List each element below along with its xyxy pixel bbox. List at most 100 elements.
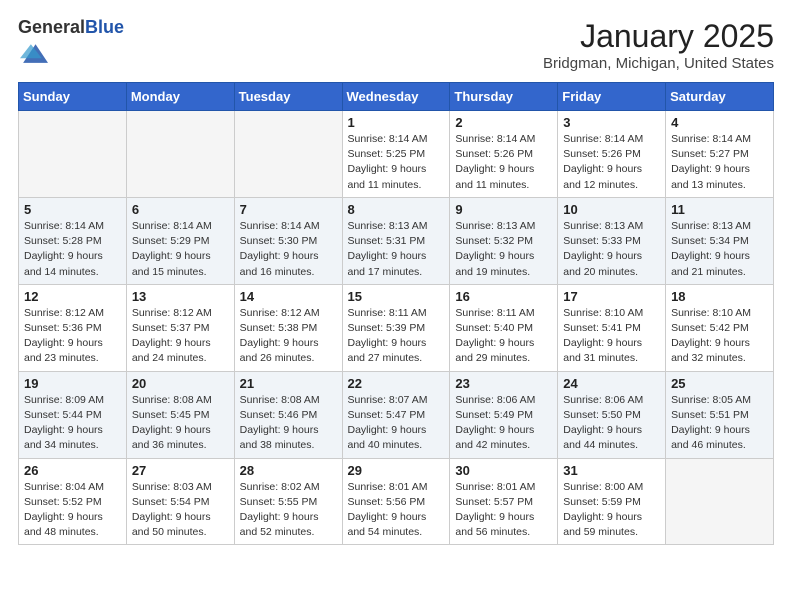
table-row: 1 Sunrise: 8:14 AMSunset: 5:25 PMDaylight… [342,111,450,198]
table-row: 16 Sunrise: 8:11 AMSunset: 5:40 PMDayligh… [450,284,558,371]
table-row: 23 Sunrise: 8:06 AMSunset: 5:49 PMDayligh… [450,371,558,458]
day-number: 3 [563,115,660,130]
day-info: Sunrise: 8:12 AMSunset: 5:37 PMDaylight:… [132,306,229,367]
day-info: Sunrise: 8:06 AMSunset: 5:50 PMDaylight:… [563,393,660,454]
col-saturday: Saturday [666,83,774,111]
day-number: 20 [132,376,229,391]
day-number: 7 [240,202,337,217]
day-info: Sunrise: 8:09 AMSunset: 5:44 PMDaylight:… [24,393,121,454]
table-row [666,458,774,545]
day-number: 29 [348,463,445,478]
day-number: 31 [563,463,660,478]
table-row [126,111,234,198]
day-info: Sunrise: 8:01 AMSunset: 5:57 PMDaylight:… [455,480,552,541]
logo-blue: Blue [85,17,124,37]
day-info: Sunrise: 8:01 AMSunset: 5:56 PMDaylight:… [348,480,445,541]
calendar-week-row: 12Sunrise: 8:12 AMSunset: 5:36 PMDayligh… [19,284,774,371]
day-number: 4 [671,115,768,130]
table-row: 18Sunrise: 8:10 AMSunset: 5:42 PMDayligh… [666,284,774,371]
day-info: Sunrise: 8:14 AMSunset: 5:26 PMDaylight:… [563,132,660,193]
table-row: 26 Sunrise: 8:04 AMSunset: 5:52 PMDayligh… [19,458,127,545]
day-number: 18 [671,289,768,304]
day-info: Sunrise: 8:13 AMSunset: 5:34 PMDaylight:… [671,219,768,280]
table-row: 27Sunrise: 8:03 AMSunset: 5:54 PMDayligh… [126,458,234,545]
day-info: Sunrise: 8:12 AMSunset: 5:38 PMDaylight:… [240,306,337,367]
day-number: 1 [348,115,445,130]
day-number: 13 [132,289,229,304]
table-row: 3 Sunrise: 8:14 AMSunset: 5:26 PMDaylight… [558,111,666,198]
table-row: 4Sunrise: 8:14 AMSunset: 5:27 PMDaylight… [666,111,774,198]
table-row: 17 Sunrise: 8:10 AMSunset: 5:41 PMDayligh… [558,284,666,371]
table-row: 11 Sunrise: 8:13 AMSunset: 5:34 PMDayligh… [666,197,774,284]
day-number: 25 [671,376,768,391]
day-info: Sunrise: 8:03 AMSunset: 5:54 PMDaylight:… [132,480,229,541]
table-row: 31 Sunrise: 8:00 AMSunset: 5:59 PMDayligh… [558,458,666,545]
table-row: 20 Sunrise: 8:08 AMSunset: 5:45 PMDayligh… [126,371,234,458]
day-info: Sunrise: 8:14 AMSunset: 5:29 PMDaylight:… [132,219,229,280]
day-number: 28 [240,463,337,478]
logo-text: GeneralBlue [18,18,124,38]
day-info: Sunrise: 8:14 AMSunset: 5:28 PMDaylight:… [24,219,121,280]
calendar-table: Sunday Monday Tuesday Wednesday Thursday… [18,82,774,545]
day-number: 30 [455,463,552,478]
day-info: Sunrise: 8:11 AMSunset: 5:40 PMDaylight:… [455,306,552,367]
day-number: 6 [132,202,229,217]
table-row: 24 Sunrise: 8:06 AMSunset: 5:50 PMDayligh… [558,371,666,458]
day-number: 12 [24,289,121,304]
col-sunday: Sunday [19,83,127,111]
logo-icon [20,38,48,66]
day-info: Sunrise: 8:14 AMSunset: 5:30 PMDaylight:… [240,219,337,280]
day-info: Sunrise: 8:13 AMSunset: 5:31 PMDaylight:… [348,219,445,280]
calendar-subtitle: Bridgman, Michigan, United States [543,55,774,72]
day-number: 2 [455,115,552,130]
day-number: 8 [348,202,445,217]
table-row: 9Sunrise: 8:13 AMSunset: 5:32 PMDaylight… [450,197,558,284]
col-monday: Monday [126,83,234,111]
day-info: Sunrise: 8:05 AMSunset: 5:51 PMDaylight:… [671,393,768,454]
col-wednesday: Wednesday [342,83,450,111]
day-number: 21 [240,376,337,391]
day-info: Sunrise: 8:06 AMSunset: 5:49 PMDaylight:… [455,393,552,454]
day-number: 10 [563,202,660,217]
day-number: 11 [671,202,768,217]
table-row: 15 Sunrise: 8:11 AMSunset: 5:39 PMDayligh… [342,284,450,371]
table-row: 22 Sunrise: 8:07 AMSunset: 5:47 PMDayligh… [342,371,450,458]
col-friday: Friday [558,83,666,111]
day-info: Sunrise: 8:14 AMSunset: 5:25 PMDaylight:… [348,132,445,193]
calendar-week-row: 26 Sunrise: 8:04 AMSunset: 5:52 PMDayligh… [19,458,774,545]
table-row: 28 Sunrise: 8:02 AMSunset: 5:55 PMDayligh… [234,458,342,545]
table-row [234,111,342,198]
day-info: Sunrise: 8:02 AMSunset: 5:55 PMDaylight:… [240,480,337,541]
day-number: 23 [455,376,552,391]
day-info: Sunrise: 8:07 AMSunset: 5:47 PMDaylight:… [348,393,445,454]
logo-general: General [18,17,85,37]
day-number: 19 [24,376,121,391]
table-row: 8 Sunrise: 8:13 AMSunset: 5:31 PMDaylight… [342,197,450,284]
table-row: 25 Sunrise: 8:05 AMSunset: 5:51 PMDayligh… [666,371,774,458]
table-row: 29 Sunrise: 8:01 AMSunset: 5:56 PMDayligh… [342,458,450,545]
calendar-week-row: 1 Sunrise: 8:14 AMSunset: 5:25 PMDaylight… [19,111,774,198]
day-info: Sunrise: 8:11 AMSunset: 5:39 PMDaylight:… [348,306,445,367]
day-number: 17 [563,289,660,304]
day-number: 9 [455,202,552,217]
day-number: 16 [455,289,552,304]
table-row: 14 Sunrise: 8:12 AMSunset: 5:38 PMDayligh… [234,284,342,371]
day-info: Sunrise: 8:08 AMSunset: 5:45 PMDaylight:… [132,393,229,454]
day-info: Sunrise: 8:04 AMSunset: 5:52 PMDaylight:… [24,480,121,541]
table-row: 12Sunrise: 8:12 AMSunset: 5:36 PMDayligh… [19,284,127,371]
day-info: Sunrise: 8:10 AMSunset: 5:41 PMDaylight:… [563,306,660,367]
table-row: 6 Sunrise: 8:14 AMSunset: 5:29 PMDaylight… [126,197,234,284]
day-number: 24 [563,376,660,391]
day-number: 14 [240,289,337,304]
table-row: 19 Sunrise: 8:09 AMSunset: 5:44 PMDayligh… [19,371,127,458]
title-block: January 2025 Bridgman, Michigan, United … [543,18,774,72]
calendar-title: January 2025 [543,18,774,55]
day-number: 15 [348,289,445,304]
logo: GeneralBlue [18,18,124,71]
day-number: 26 [24,463,121,478]
table-row: 21Sunrise: 8:08 AMSunset: 5:46 PMDayligh… [234,371,342,458]
day-number: 22 [348,376,445,391]
table-row: 30 Sunrise: 8:01 AMSunset: 5:57 PMDayligh… [450,458,558,545]
day-info: Sunrise: 8:00 AMSunset: 5:59 PMDaylight:… [563,480,660,541]
table-row: 2Sunrise: 8:14 AMSunset: 5:26 PMDaylight… [450,111,558,198]
